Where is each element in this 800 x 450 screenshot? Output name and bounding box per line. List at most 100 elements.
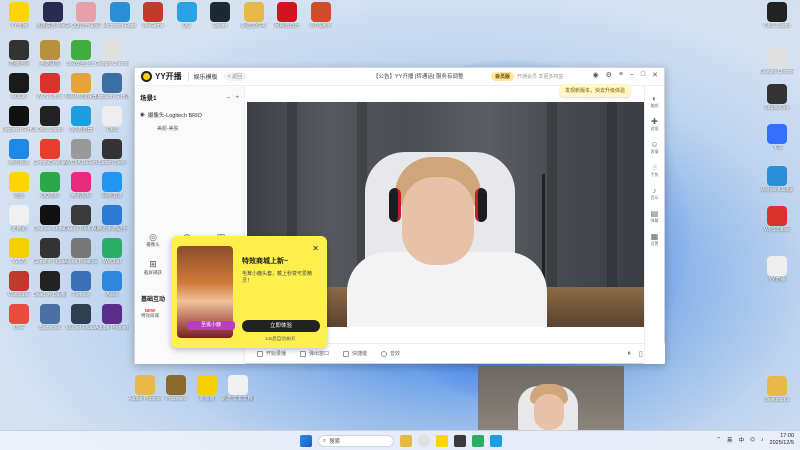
desktop-icon[interactable]: Counter-Strike 2 [33, 205, 67, 232]
start-icon[interactable] [300, 435, 312, 447]
eye-icon[interactable]: ◉ [140, 112, 145, 118]
add-scene-icon[interactable]: + [235, 94, 239, 101]
desktop-icon[interactable]: KOOK [2, 73, 36, 100]
camera-thumbnail[interactable] [478, 366, 624, 430]
desktop-icon[interactable]: OBS Studio [33, 106, 67, 133]
desktop-icon[interactable]: Apex [95, 271, 129, 298]
desktop-icon[interactable]: Genshin Impact [33, 238, 67, 265]
right-tool[interactable]: ▤ 弹幕 [645, 209, 664, 224]
desktop-icon[interactable]: Steam [203, 2, 237, 29]
desktop-icon[interactable]: GoogleDownload [33, 139, 67, 166]
vip-area[interactable]: 会员版 开通会员 享更多权益 [491, 72, 563, 81]
right-tool[interactable]: ☝ 手势 [645, 163, 664, 178]
desktop-icon[interactable]: WPS演示 [304, 2, 338, 29]
source-item[interactable]: ◉ 摄像头-Logitech BRIO [135, 108, 244, 122]
close-icon[interactable]: ✕ [312, 244, 319, 253]
minimize-icon[interactable]: – [630, 71, 634, 79]
maximize-icon[interactable]: □ [641, 71, 645, 79]
desktop-icon[interactable]: 网易UU加速器 [64, 73, 98, 100]
vip-info[interactable]: 开通会员 享更多权益 [517, 73, 563, 80]
desktop-icon[interactable]: YY直播 [760, 256, 794, 283]
desktop-icon[interactable]: 腾讯手游助手 [95, 205, 129, 232]
desktop-icon[interactable]: Microsoft Edge [760, 166, 794, 193]
desktop-icon[interactable]: 此电脑 [2, 205, 36, 232]
tool-camera[interactable]: ◎ 摄像头 [141, 232, 165, 248]
desktop-icon[interactable]: Logitech G HUB [95, 73, 129, 100]
network-icon[interactable]: ⌬ [750, 437, 755, 443]
tool-capture[interactable]: ⊞ 截屏捕获 [141, 259, 165, 276]
mode-label[interactable]: 娱乐模板 [187, 72, 218, 81]
desktop-icon[interactable]: WPS Office [760, 206, 794, 233]
desktop-icon[interactable]: Studio One [760, 84, 794, 111]
right-tool[interactable]: ◐ 美颜 [645, 94, 664, 109]
hotkey-button[interactable]: 快捷键 [343, 350, 367, 357]
desktop-icon[interactable]: 新加坡 [190, 375, 224, 402]
desktop-icon[interactable]: NVIDIA GeForce [64, 139, 98, 166]
desktop-icon[interactable]: 新建 文本文档 (2).txt [221, 375, 255, 402]
language-indicator[interactable]: 中 [738, 436, 744, 444]
desktop-icon[interactable]: Grand Theft Auto [64, 205, 98, 232]
desktop-icon[interactable]: 腾讯会议 [2, 139, 36, 166]
ime-mode[interactable]: 英 [727, 436, 733, 444]
chrome-icon[interactable] [418, 435, 430, 447]
desktop-icon[interactable]: 英雄联盟 [33, 40, 67, 67]
desktop-icon[interactable]: DNF [2, 304, 36, 331]
desktop-icon[interactable]: 直播伴侣 [2, 40, 36, 67]
desktop-icon[interactable]: Dead by Daylight [33, 271, 67, 298]
desktop-icon[interactable]: Steam Deck [95, 139, 129, 166]
pause-icon[interactable]: ⏸ [627, 350, 631, 358]
update-tip[interactable]: 发现新版本，快去升级体验 [560, 84, 631, 97]
menu-icon[interactable]: ≡ [619, 71, 623, 79]
right-tool[interactable]: ▦ 设置 [645, 232, 664, 247]
desktop-icon[interactable]: OBS Studio [760, 2, 794, 29]
start-record-button[interactable]: 开始录播 [257, 350, 286, 357]
settings-icon[interactable]: ⚙ [606, 71, 612, 79]
try-now-button[interactable]: 立即体验 [242, 320, 320, 332]
desktop-icon[interactable]: Google Chrome [95, 40, 129, 67]
layout-icon[interactable]: ▯ [639, 350, 643, 358]
desktop-icon[interactable]: 新建文件夹 [237, 2, 271, 29]
browser-icon[interactable] [490, 435, 502, 447]
volume-icon[interactable]: ♪ [761, 437, 764, 443]
desktop-icon[interactable]: QQ音乐 歌词 [69, 2, 103, 29]
desktop-icon[interactable]: OBS [95, 106, 129, 133]
announcement[interactable]: 【公告】YY开播 [转通话] 服务有调整 [373, 72, 463, 80]
desktop-icon[interactable]: Marvel Rivals [64, 304, 98, 331]
desktop-icon[interactable]: Battle.net [33, 304, 67, 331]
collapse-icon[interactable]: – [227, 94, 231, 101]
source-subitem[interactable]: 美颜-美肤 [135, 122, 244, 135]
desktop-icon[interactable]: 迅雷 [2, 172, 36, 199]
desktop-icon[interactable]: QQ [170, 2, 204, 29]
desktop-icon[interactable]: Google Chrome [760, 48, 794, 75]
desktop-icon[interactable]: 英雄联盟 WeGame [36, 2, 70, 29]
desktop-icon[interactable]: Microsoft Edge [103, 2, 137, 29]
scene-title[interactable]: 场景1 [140, 92, 157, 102]
desktop-icon[interactable]: Wallpaper [2, 271, 36, 298]
file-explorer-icon[interactable] [400, 435, 412, 447]
desktop-icon[interactable]: WeChat [95, 238, 129, 265]
desktop-icon[interactable]: desktop.ini [760, 376, 794, 403]
desktop-icon[interactable]: 网易云音乐 [270, 2, 304, 29]
special-mall-button[interactable]: NEW 特效商城 [139, 308, 161, 319]
search-box[interactable]: ⌕ 搜索 [318, 435, 394, 447]
promo-popup[interactable]: 圣诞小鹿 ✕ 特效商城上新~ 毛茸小鹿头套，戴上秒变可爱精灵！ 立即体验 14s… [171, 236, 327, 348]
right-tool[interactable]: ☺ 表情 [645, 140, 664, 155]
yy-taskbar-icon[interactable] [436, 435, 448, 447]
desktop-icon[interactable]: Adobe Premiere [95, 304, 129, 331]
close-icon[interactable]: ✕ [652, 71, 658, 79]
audio-button[interactable]: 音效 [381, 350, 400, 357]
right-tool[interactable]: ✚ 滤镜 [645, 117, 664, 132]
avatar-icon[interactable]: ◉ [593, 71, 599, 79]
right-tool[interactable]: ♪ 音乐 [645, 186, 664, 201]
app-taskbar-icon[interactable] [454, 435, 466, 447]
desktop-icon[interactable]: Arena Breakout [64, 238, 98, 265]
wechat-icon[interactable] [472, 435, 484, 447]
desktop-icon[interactable]: 360安全卫士 [64, 40, 98, 67]
desktop-icon[interactable]: 腾讯视频 [64, 172, 98, 199]
desktop-icon[interactable]: 飞书 [760, 124, 794, 151]
desktop-icon[interactable]: WeGame [136, 2, 170, 29]
desktop-icon[interactable]: 网络加速 [95, 172, 129, 199]
desktop-icon[interactable]: Prisoners [159, 375, 193, 402]
clock[interactable]: 17:00 2025/12/5 [770, 433, 794, 447]
desktop-icon[interactable]: Logitech G HUB [2, 106, 36, 133]
